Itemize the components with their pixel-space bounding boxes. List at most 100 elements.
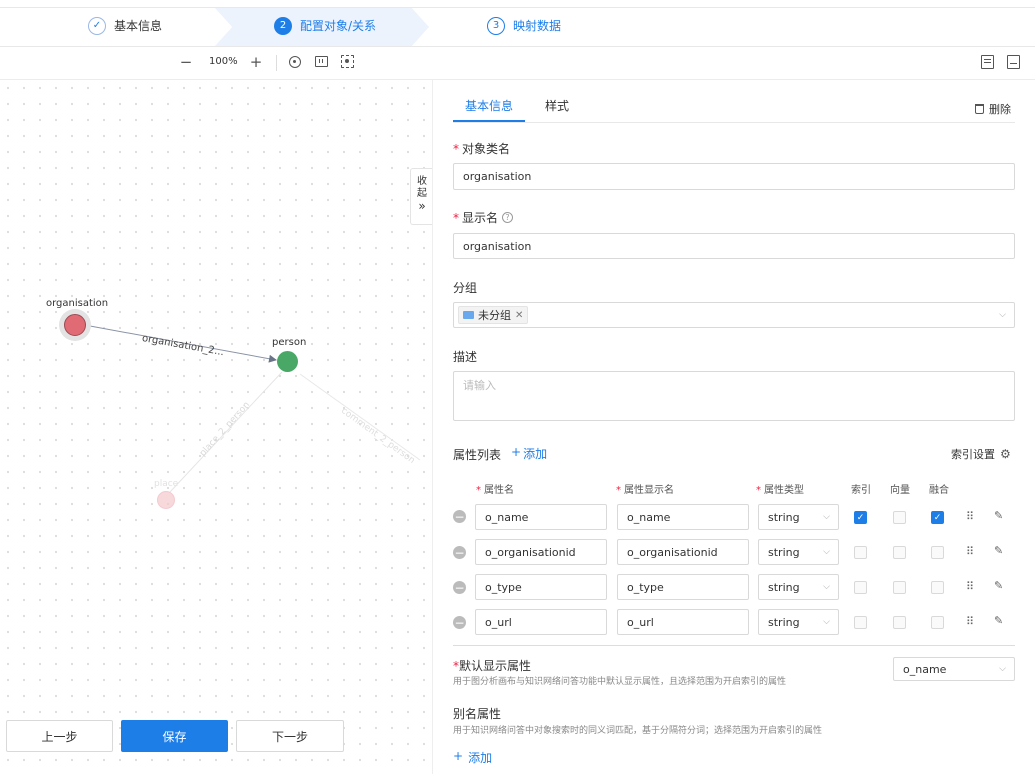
locate-icon[interactable] <box>289 56 301 68</box>
object-name-input[interactable]: organisation <box>453 163 1015 190</box>
display-name-input[interactable]: organisation <box>453 233 1015 259</box>
toolbar-divider <box>276 55 277 71</box>
attr-type-value: string <box>768 615 800 629</box>
remove-row-icon[interactable]: − <box>453 510 466 523</box>
attr-display-input[interactable]: o_organisationid <box>617 539 749 565</box>
remove-row-icon[interactable]: − <box>453 581 466 594</box>
list-settings-icon[interactable] <box>981 55 994 69</box>
attributes-divider <box>453 645 1015 646</box>
vector-checkbox[interactable] <box>893 616 906 629</box>
edit-icon[interactable]: ✎ <box>994 509 1003 522</box>
fusion-checkbox[interactable] <box>931 581 944 594</box>
node-label-place: place <box>154 479 179 489</box>
object-name-label: * 对象类名 <box>453 142 511 156</box>
description-label: 描述 <box>453 350 478 364</box>
save-template-icon[interactable] <box>1007 55 1020 69</box>
object-config-panel: 基本信息 样式 删除 * 对象类名 organisation * 显示名 ? org… <box>432 80 1035 774</box>
graph-canvas[interactable]: organisation_2... place_2_person comment… <box>0 80 433 770</box>
fusion-checkbox[interactable]: ✓ <box>931 511 944 524</box>
column-header-attr-name: * 属性名 <box>476 485 514 496</box>
attr-type-select[interactable]: string ⌵ <box>758 609 839 635</box>
attr-type-value: string <box>768 510 800 524</box>
attr-type-select[interactable]: string ⌵ <box>758 504 839 530</box>
attr-name-input[interactable]: o_type <box>475 574 607 600</box>
chevron-down-icon: ⌵ <box>823 617 830 627</box>
gear-icon: ⚙ <box>1000 447 1011 461</box>
edit-icon[interactable]: ✎ <box>994 579 1003 592</box>
collapse-panel-button[interactable]: 收 起 » <box>410 168 433 225</box>
default-display-hint: 用于图分析画布与知识网络问答功能中默认显示属性，且选择范围为开启索引的属性 <box>453 677 787 687</box>
node-place[interactable] <box>157 491 175 509</box>
help-icon[interactable]: ? <box>502 212 514 223</box>
attribute-list-label: 属性列表 <box>453 448 502 462</box>
tab-basic-info[interactable]: 基本信息 <box>465 97 513 114</box>
chevron-down-icon: ⌵ <box>999 310 1006 320</box>
close-icon[interactable]: ✕ <box>515 310 523 321</box>
attr-type-select[interactable]: string ⌵ <box>758 574 839 600</box>
step-basic-info[interactable]: ✓ 基本信息 <box>88 17 162 35</box>
index-checkbox[interactable] <box>854 581 867 594</box>
add-attribute-label: 添加 <box>523 447 548 461</box>
attr-type-value: string <box>768 580 800 594</box>
drag-handle-icon[interactable]: ⠿ <box>966 615 974 628</box>
trash-icon <box>975 104 984 114</box>
drag-handle-icon[interactable]: ⠿ <box>966 510 974 523</box>
index-checkbox[interactable] <box>854 546 867 559</box>
edit-icon[interactable]: ✎ <box>994 544 1003 557</box>
fit-view-icon[interactable] <box>315 56 328 67</box>
collapse-label: 收 <box>417 176 427 187</box>
fusion-checkbox[interactable] <box>931 546 944 559</box>
delete-button[interactable]: 删除 <box>975 101 1011 117</box>
zoom-in-icon[interactable]: + <box>248 53 264 71</box>
index-checkbox[interactable]: ✓ <box>854 511 867 524</box>
remove-row-icon[interactable]: − <box>453 546 466 559</box>
column-header-fusion: 融合 <box>929 485 949 496</box>
attr-name-input[interactable]: o_name <box>475 504 607 530</box>
steps-bar: ✓ 基本信息 2 配置对象/关系 3 映射数据 <box>0 7 1035 47</box>
add-attribute-button[interactable]: + 添加 <box>511 445 547 462</box>
index-settings-button[interactable]: 索引设置 ⚙ <box>951 446 1011 462</box>
remove-row-icon[interactable]: − <box>453 616 466 629</box>
zoom-out-icon[interactable]: − <box>178 53 194 71</box>
group-label: 分组 <box>453 281 478 295</box>
step-label-basic-info: 基本信息 <box>114 19 163 33</box>
index-checkbox[interactable] <box>854 616 867 629</box>
attr-name-input[interactable]: o_url <box>475 609 607 635</box>
column-header-display-name: * 属性显示名 <box>616 485 674 496</box>
description-textarea[interactable]: 请输入 <box>453 371 1015 421</box>
chevron-down-icon: ⌵ <box>823 512 830 522</box>
attr-name-input[interactable]: o_organisationid <box>475 539 607 565</box>
attr-type-select[interactable]: string ⌵ <box>758 539 839 565</box>
attr-display-input[interactable]: o_url <box>617 609 749 635</box>
node-label-person: person <box>272 337 307 348</box>
step-mapping-data[interactable]: 3 映射数据 <box>487 17 561 35</box>
attr-display-input[interactable]: o_name <box>617 504 749 530</box>
alias-hint: 用于知识网络问答中对象搜索时的同义词匹配，基于分隔符分词；选择范围为开启索引的属… <box>453 726 823 736</box>
index-settings-label: 索引设置 <box>951 448 995 461</box>
tabs-divider <box>453 122 1015 123</box>
group-select[interactable]: 未分组 ✕ ⌵ <box>453 302 1015 328</box>
vector-checkbox[interactable] <box>893 581 906 594</box>
step-config-objects[interactable]: 2 配置对象/关系 <box>274 17 376 35</box>
focus-icon[interactable] <box>341 55 354 68</box>
attr-display-input[interactable]: o_type <box>617 574 749 600</box>
group-tag-label: 未分组 <box>478 309 511 322</box>
prev-step-button[interactable]: 上一步 <box>6 720 113 752</box>
node-person[interactable] <box>277 351 298 372</box>
step-label-mapping-data: 映射数据 <box>513 19 562 33</box>
save-button[interactable]: 保存 <box>121 720 228 752</box>
chevron-down-icon: ⌵ <box>823 547 830 557</box>
default-display-select[interactable]: o_name ⌵ <box>893 657 1015 681</box>
drag-handle-icon[interactable]: ⠿ <box>966 580 974 593</box>
double-chevron-right-icon: » <box>418 199 426 213</box>
fusion-checkbox[interactable] <box>931 616 944 629</box>
next-step-button[interactable]: 下一步 <box>236 720 344 752</box>
tab-style[interactable]: 样式 <box>545 97 569 114</box>
vector-checkbox[interactable] <box>893 511 906 524</box>
add-alias-button[interactable]: + 添加 <box>453 749 492 766</box>
edit-icon[interactable]: ✎ <box>994 614 1003 627</box>
node-organisation[interactable] <box>64 314 86 336</box>
drag-handle-icon[interactable]: ⠿ <box>966 545 974 558</box>
display-name-label: * 显示名 ? <box>453 209 514 226</box>
vector-checkbox[interactable] <box>893 546 906 559</box>
